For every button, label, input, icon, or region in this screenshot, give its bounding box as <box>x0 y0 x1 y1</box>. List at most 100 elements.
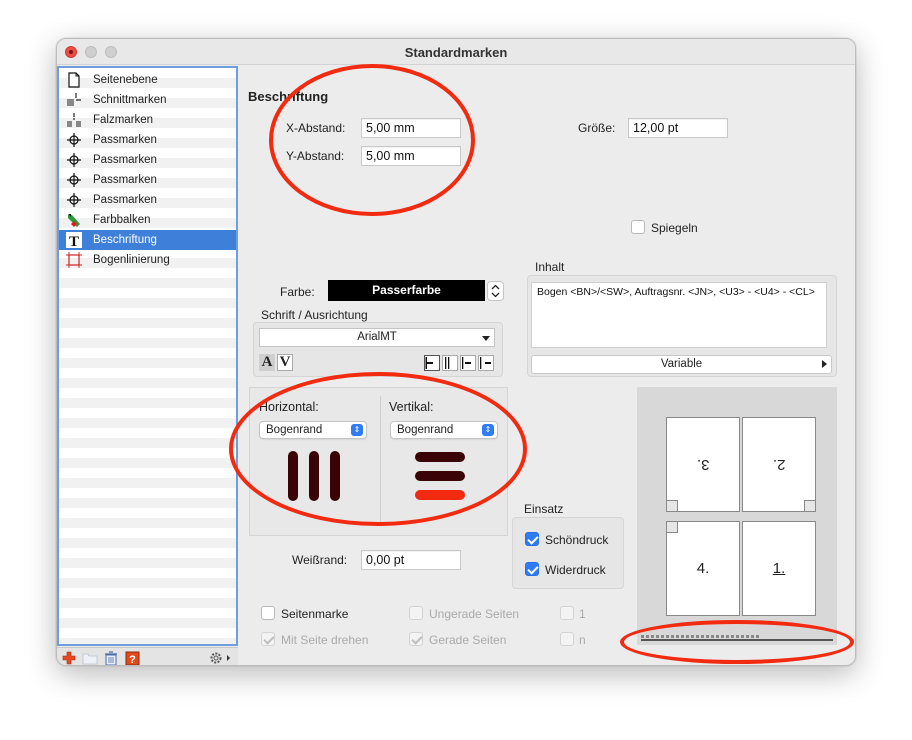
vertikal-select-value: Bogenrand <box>397 424 454 436</box>
page-fold <box>804 500 816 512</box>
sidebar-item-passmarken-1[interactable]: Passmarken <box>59 130 236 150</box>
ungerade-seiten-label: Ungerade Seiten <box>429 607 520 621</box>
horizontal-select[interactable]: Bogenrand ⇕ <box>259 421 367 439</box>
sidebar-item-seitenebene[interactable]: Seitenebene <box>59 70 236 90</box>
inhalt-label: Inhalt <box>535 260 565 274</box>
align-center-icon[interactable] <box>460 355 476 371</box>
groesse-input[interactable]: 12,00 pt <box>628 118 728 138</box>
folder-icon[interactable] <box>81 650 99 665</box>
page-n-checkbox[interactable] <box>560 632 574 646</box>
annotation-ellipse <box>269 64 475 216</box>
sidebar-item-passmarken-2[interactable]: Passmarken <box>59 150 236 170</box>
gerade-seiten-label: Gerade Seiten <box>429 633 507 647</box>
sheet-preview: 3. 2. 4. 1. <box>637 387 837 645</box>
sidebar-item-label: Schnittmarken <box>93 94 167 106</box>
sheet-lines-icon <box>64 252 84 268</box>
sidebar-item-label: Falzmarken <box>93 114 154 126</box>
vertikal-label: Vertikal: <box>389 400 434 414</box>
schoendruck-checkbox[interactable] <box>525 532 539 546</box>
widerdruck-checkbox[interactable] <box>525 562 539 576</box>
registration-mark-icon <box>64 152 84 168</box>
svg-text:?: ? <box>129 654 136 666</box>
farbe-label: Farbe: <box>280 285 315 299</box>
page-one-label: 1 <box>579 607 586 621</box>
page-icon <box>64 72 84 88</box>
widerdruck-label: Widerdruck <box>545 563 606 577</box>
sidebar-toolbar: ? <box>57 647 238 666</box>
farbe-stepper[interactable] <box>487 281 504 301</box>
sidebar-item-farbbalken[interactable]: Farbbalken <box>59 210 236 230</box>
inhalt-group: Bogen <BN>/<SW>, Auftragsnr. <JN>, <U3> … <box>527 275 837 377</box>
sidebar-item-passmarken-3[interactable]: Passmarken <box>59 170 236 190</box>
sidebar-item-label: Passmarken <box>93 194 157 206</box>
weissrand-input[interactable]: 0,00 pt <box>361 550 461 570</box>
align-right-icon[interactable] <box>478 355 494 371</box>
ungerade-seiten-checkbox[interactable] <box>409 606 423 620</box>
spiegeln-checkbox[interactable] <box>631 220 645 234</box>
select-stepper-icon: ⇕ <box>351 424 363 436</box>
help-icon[interactable]: ? <box>123 650 141 666</box>
x-abstand-input[interactable]: 5,00 mm <box>361 118 461 138</box>
variable-button[interactable]: Variable <box>531 355 832 374</box>
preview-label-line <box>641 639 833 641</box>
preview-page-label: 2. <box>772 456 786 473</box>
farbe-swatch[interactable]: Passerfarbe <box>328 280 485 301</box>
sidebar-item-label: Passmarken <box>93 154 157 166</box>
y-abstand-input[interactable]: 5,00 mm <box>361 146 461 166</box>
y-abstand-label: Y-Abstand: <box>286 149 345 163</box>
gear-icon[interactable] <box>207 650 233 665</box>
trash-icon[interactable] <box>102 650 120 665</box>
einsatz-group <box>512 517 624 589</box>
sidebar-item-passmarken-4[interactable]: Passmarken <box>59 190 236 210</box>
sidebar-item-falzmarken[interactable]: Falzmarken <box>59 110 236 130</box>
registration-mark-icon <box>64 132 84 148</box>
preview-page-1: 1. <box>742 521 816 616</box>
sidebar-item-beschriftung[interactable]: T Beschriftung <box>59 230 236 250</box>
sidebar-item-label: Beschriftung <box>93 234 157 246</box>
rotated-text-icon[interactable]: V <box>277 354 293 371</box>
upright-text-icon[interactable]: A <box>259 354 275 371</box>
select-stepper-icon: ⇕ <box>482 424 494 436</box>
page-n-label: n <box>579 633 586 647</box>
schrift-group: ArialMT A V <box>253 322 503 377</box>
cut-marks-icon <box>64 92 84 108</box>
mit-seite-drehen-checkbox[interactable] <box>261 632 275 646</box>
x-abstand-label: X-Abstand: <box>286 121 346 135</box>
vertikal-select[interactable]: Bogenrand ⇕ <box>390 421 498 439</box>
variable-button-label: Variable <box>660 358 703 370</box>
preview-label-text <box>641 635 761 638</box>
alignment-buttons <box>424 355 496 371</box>
gerade-seiten-checkbox[interactable] <box>409 632 423 646</box>
registration-mark-icon <box>64 172 84 188</box>
spiegeln-label: Spiegeln <box>651 221 698 235</box>
horizontal-select-value: Bogenrand <box>266 424 323 436</box>
title-bar: Standardmarken <box>57 39 855 65</box>
align-left-icon[interactable] <box>424 355 440 371</box>
sidebar-item-label: Passmarken <box>93 174 157 186</box>
align-split-icon[interactable] <box>442 355 458 371</box>
svg-text:T: T <box>69 234 79 248</box>
fold-marks-icon <box>64 112 84 128</box>
window-title: Standardmarken <box>404 45 508 60</box>
color-bar-icon <box>64 212 84 228</box>
divider <box>380 396 381 526</box>
inhalt-textarea[interactable]: Bogen <BN>/<SW>, Auftragsnr. <JN>, <U3> … <box>531 282 827 348</box>
preview-page-4: 4. <box>666 521 740 616</box>
seitenmarke-label: Seitenmarke <box>281 607 349 621</box>
sidebar-item-schnittmarken[interactable]: Schnittmarken <box>59 90 236 110</box>
horizontal-marks-preview <box>288 451 340 501</box>
add-icon[interactable] <box>60 650 78 665</box>
font-select[interactable]: ArialMT <box>259 328 495 347</box>
sidebar-item-label: Farbbalken <box>93 214 151 226</box>
einsatz-label: Einsatz <box>524 502 564 516</box>
sidebar-item-bogenlinierung[interactable]: Bogenlinierung <box>59 250 236 270</box>
seitenmarke-checkbox[interactable] <box>261 606 275 620</box>
page-one-checkbox[interactable] <box>560 606 574 620</box>
page-fold <box>666 521 678 533</box>
chevron-down-icon <box>482 336 490 341</box>
mit-seite-drehen-label: Mit Seite drehen <box>281 633 369 647</box>
preview-page-label: 4. <box>696 560 710 577</box>
section-title: Beschriftung <box>248 89 329 104</box>
preview-page-2: 2. <box>742 417 816 512</box>
sidebar: Seitenebene Schnittmarken Falzmarken Pas… <box>57 66 238 646</box>
